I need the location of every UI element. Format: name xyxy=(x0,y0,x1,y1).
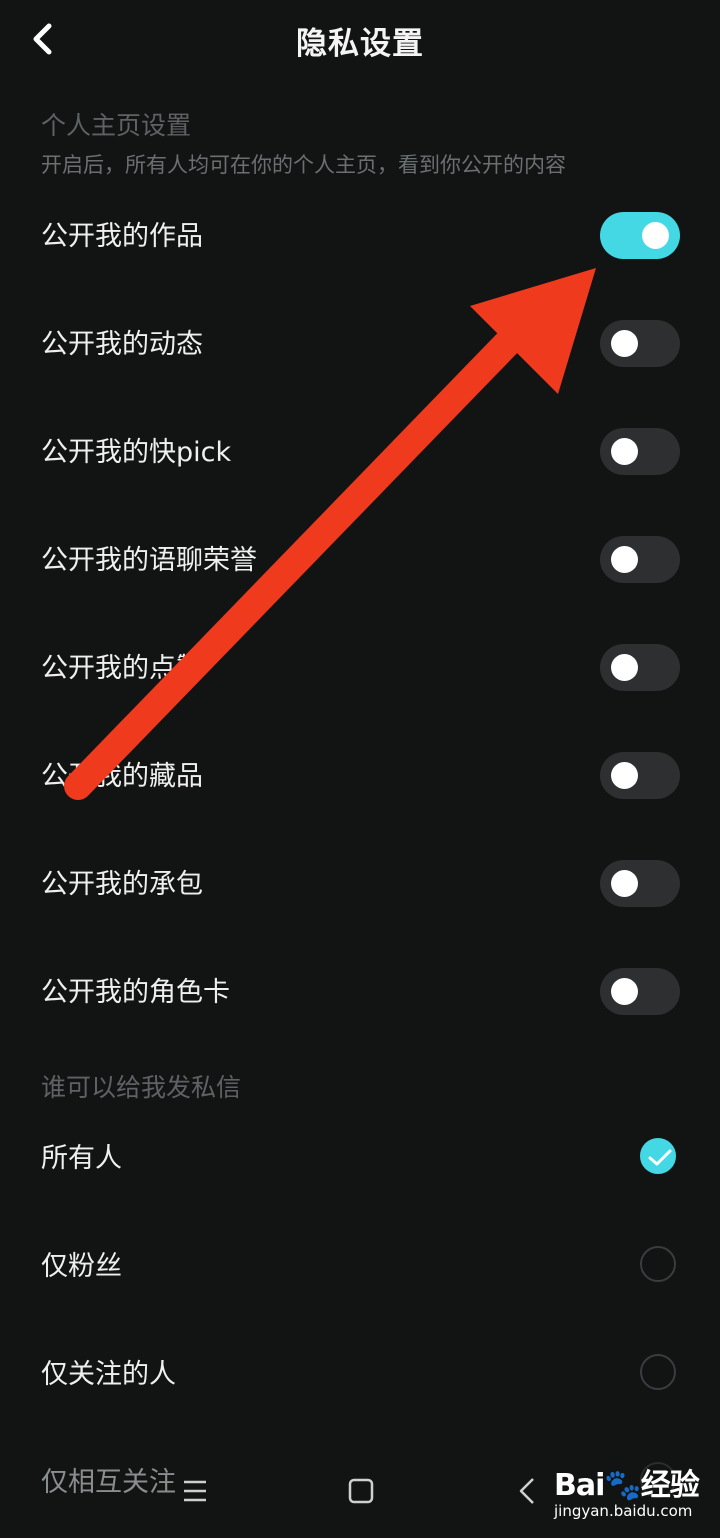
setting-label: 公开我的角色卡 xyxy=(41,977,230,1008)
setting-row-contract: 公开我的承包 xyxy=(0,848,720,918)
top-bar: 隐私设置 xyxy=(0,0,720,80)
page-title: 隐私设置 xyxy=(296,26,424,62)
setting-label: 公开我的快pick xyxy=(41,437,232,468)
toggle-switch-moments[interactable] xyxy=(600,320,680,367)
toggle-knob xyxy=(642,222,669,249)
toggle-knob xyxy=(611,654,638,681)
toggle-switch-contract[interactable] xyxy=(600,860,680,907)
baidu-jingyan-watermark: Bai🐾经验 jingyan.baidu.com xyxy=(548,1458,708,1530)
setting-row-chat-honor: 公开我的语聊荣誉 xyxy=(0,524,720,594)
setting-label: 公开我的语聊荣誉 xyxy=(41,545,257,576)
setting-label: 公开我的藏品 xyxy=(41,761,203,792)
square-home-icon[interactable] xyxy=(348,1478,374,1504)
setting-label: 公开我的动态 xyxy=(41,329,203,360)
radio-label: 仅关注的人 xyxy=(41,1359,176,1390)
radio-label: 仅粉丝 xyxy=(41,1251,122,1282)
setting-label: 公开我的点赞 xyxy=(41,653,203,684)
watermark-url: jingyan.baidu.com xyxy=(554,1502,693,1520)
toggle-switch-chat-honor[interactable] xyxy=(600,536,680,583)
radio-row-fans-only[interactable]: 仅粉丝 xyxy=(0,1230,720,1300)
setting-label: 公开我的作品 xyxy=(41,221,203,252)
menu-icon[interactable] xyxy=(182,1478,208,1504)
toggle-knob xyxy=(611,330,638,357)
radio-button-fans-only[interactable] xyxy=(640,1246,676,1282)
toggle-knob xyxy=(611,762,638,789)
radio-row-following-only[interactable]: 仅关注的人 xyxy=(0,1338,720,1408)
toggle-switch-kuaipick[interactable] xyxy=(600,428,680,475)
toggle-knob xyxy=(611,978,638,1005)
setting-row-works: 公开我的作品 xyxy=(0,200,720,270)
setting-row-character-card: 公开我的角色卡 xyxy=(0,956,720,1026)
setting-row-collection: 公开我的藏品 xyxy=(0,740,720,810)
radio-row-everyone[interactable]: 所有人 xyxy=(0,1122,720,1192)
toggle-knob xyxy=(611,438,638,465)
setting-row-kuaipick: 公开我的快pick xyxy=(0,416,720,486)
radio-button-everyone[interactable] xyxy=(640,1138,676,1174)
message-section-title: 谁可以给我发私信 xyxy=(41,1073,242,1102)
triangle-back-icon[interactable] xyxy=(516,1476,538,1506)
setting-label: 公开我的承包 xyxy=(41,869,203,900)
radio-button-following-only[interactable] xyxy=(640,1354,676,1390)
setting-row-likes: 公开我的点赞 xyxy=(0,632,720,702)
profile-section-title: 个人主页设置 xyxy=(41,111,192,140)
watermark-logo: Bai🐾经验 xyxy=(554,1468,700,1503)
toggle-knob xyxy=(611,546,638,573)
toggle-switch-works[interactable] xyxy=(600,212,680,259)
check-icon xyxy=(648,1149,672,1166)
setting-row-moments: 公开我的动态 xyxy=(0,308,720,378)
toggle-switch-character-card[interactable] xyxy=(600,968,680,1015)
profile-section-subtitle: 开启后，所有人均可在你的个人主页，看到你公开的内容 xyxy=(41,153,566,177)
toggle-knob xyxy=(611,870,638,897)
toggle-switch-likes[interactable] xyxy=(600,644,680,691)
toggle-switch-collection[interactable] xyxy=(600,752,680,799)
radio-label: 所有人 xyxy=(41,1143,122,1174)
